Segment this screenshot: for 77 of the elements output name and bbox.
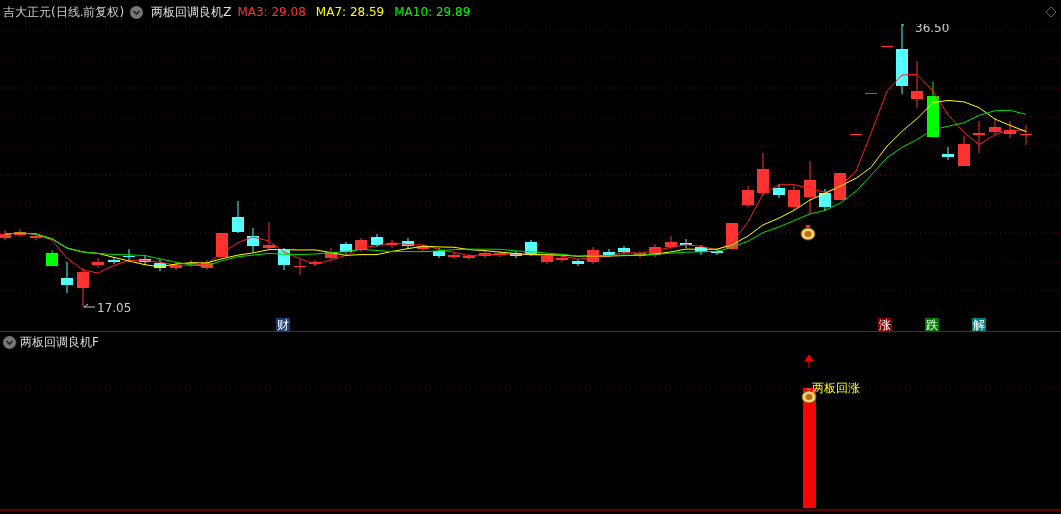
indicator-name: 两板回调良机Z [151,3,232,21]
candlestick [556,255,568,263]
candlestick [61,261,73,294]
candlestick [773,183,785,199]
low-price-label: 17.05 [97,301,132,315]
candlestick [294,259,306,276]
candlestick [850,133,862,136]
moving-average-value: MA10: 29.89 [394,5,471,19]
candlestick [371,233,383,248]
panel-title: 两板回调良机F [20,333,99,351]
candlestick [973,120,985,154]
candlestick [742,185,754,208]
candlestick [896,24,908,95]
moving-average-value: MA7: 28.59 [315,5,385,19]
diamond-icon[interactable] [1045,6,1057,18]
candlestick [92,257,104,269]
candlestick [154,258,166,272]
event-marker[interactable]: 解 [972,318,986,331]
candlestick [603,248,615,258]
candlestick [263,221,275,251]
candlestick [911,60,923,109]
candlestick [201,259,213,271]
candlestick [232,200,244,234]
candlestick [757,152,769,196]
candlestick [541,253,553,265]
candlestick [819,188,831,212]
candlestick [386,239,398,249]
candlestick [958,135,970,167]
candlestick [46,249,58,267]
candlestick [680,238,692,249]
candlestick [788,185,800,211]
up-arrow-icon [804,354,814,369]
candlestick [216,232,228,258]
candlestick [77,267,89,308]
candlestick [572,258,584,267]
dropdown-icon[interactable] [3,335,16,349]
candlestick [649,243,661,258]
candlestick [402,237,414,250]
candlestick [325,247,337,261]
candlestick [30,233,42,241]
event-marker[interactable]: 涨 [878,318,892,331]
candlestick [278,247,290,271]
candlestick [989,117,1001,136]
candlestick [525,239,537,257]
candlestick [463,253,475,261]
candlestick [665,235,677,250]
candlestick [433,247,445,259]
candlestick [510,250,522,259]
candlestick [14,228,26,238]
dropdown-icon[interactable] [130,5,144,19]
candlestick [139,255,151,266]
candlestick [695,244,707,256]
candlestick [355,237,367,253]
signal-label: 两板回涨 [812,381,860,395]
candlestick [108,256,120,265]
candlestick [1020,124,1032,146]
candlestick [711,248,723,256]
candlestick [309,259,321,267]
candlestick [865,92,877,95]
money-bag-icon [800,225,816,241]
moving-average-value: MA3: 29.08 [237,5,306,19]
candlestick [123,248,135,263]
candlestick [1004,120,1016,139]
candlestick [247,227,259,253]
stock-title: 吉大正元(日线.前复权) [3,3,125,21]
candlestick [927,81,939,138]
event-marker[interactable]: 财 [276,318,290,331]
event-marker[interactable]: 跌 [925,318,939,331]
candlestick [479,250,491,259]
candlestick [587,246,599,265]
candlestick [804,160,816,215]
candlestick [0,229,11,241]
candlestick [942,146,954,161]
candlestick [448,252,460,260]
candlestick [340,241,352,255]
candlestick [618,245,630,255]
candlestick [881,45,893,48]
